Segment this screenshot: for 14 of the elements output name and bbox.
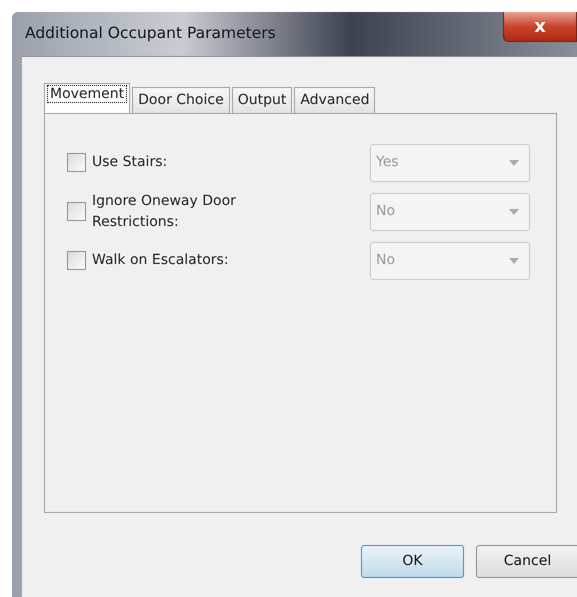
caret-icon [509, 258, 519, 264]
option-label: Use Stairs: [92, 153, 168, 172]
close-button[interactable]: x [503, 12, 577, 42]
caret-icon [509, 160, 519, 166]
option-label: Ignore Oneway Door Restrictions: [92, 192, 237, 232]
option-label: Walk on Escalators: [92, 251, 230, 270]
tab[interactable]: Movement [44, 83, 130, 113]
caret-icon [509, 208, 519, 214]
cancel-button[interactable]: Cancel [476, 545, 577, 578]
tab[interactable]: Advanced [294, 87, 376, 113]
tab[interactable]: Door Choice [132, 87, 230, 113]
ok-button[interactable]: OK [361, 545, 464, 578]
tab[interactable]: Output [232, 87, 292, 113]
window-title: Additional Occupant Parameters [24, 23, 276, 44]
